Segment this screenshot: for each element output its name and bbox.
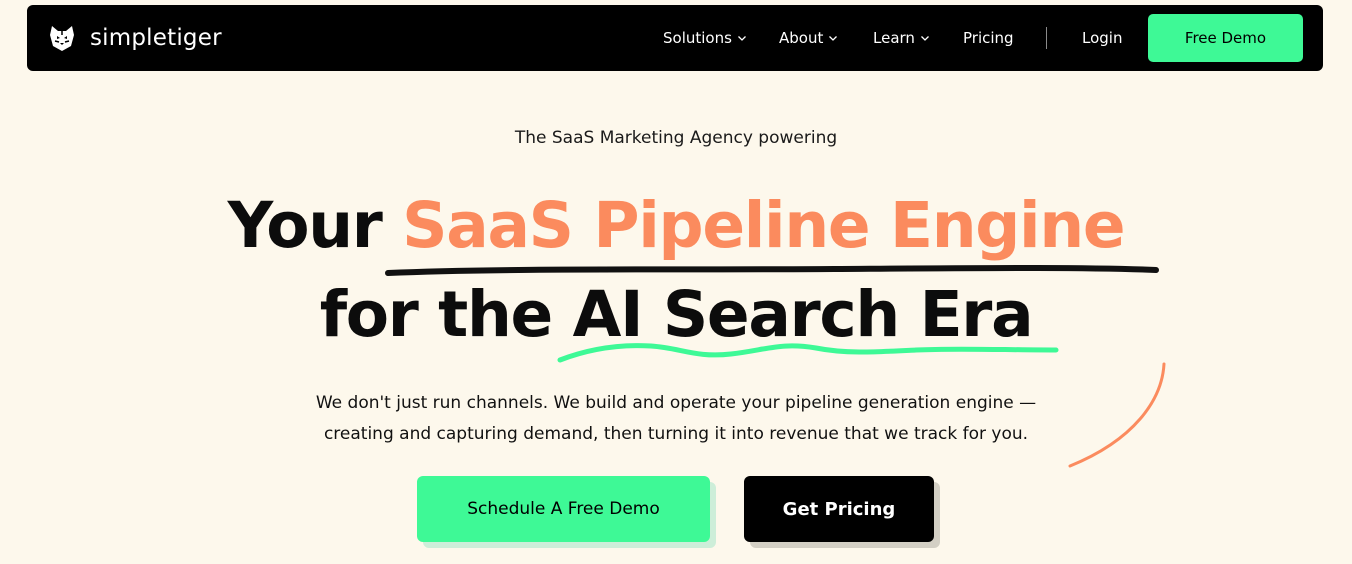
free-demo-button[interactable]: Free Demo bbox=[1148, 14, 1303, 62]
headline-plain: for the bbox=[319, 278, 554, 351]
nav-label: About bbox=[779, 29, 824, 47]
headline-accent: SaaS Pipeline Engine bbox=[402, 189, 1125, 262]
nav-label: Pricing bbox=[963, 29, 1014, 47]
nav-divider bbox=[1046, 27, 1047, 49]
nav-item-learn[interactable]: Learn bbox=[873, 29, 929, 47]
green-squiggle-underline bbox=[557, 343, 1059, 363]
chevron-down-icon bbox=[737, 35, 746, 41]
top-navbar: simpletiger Solutions About Learn Pricin… bbox=[27, 5, 1323, 71]
get-pricing-button[interactable]: Get Pricing bbox=[744, 476, 934, 542]
schedule-demo-button[interactable]: Schedule A Free Demo bbox=[417, 476, 710, 542]
decorative-curve bbox=[1068, 362, 1166, 468]
brand-name: simpletiger bbox=[90, 25, 222, 51]
chevron-down-icon bbox=[829, 35, 838, 41]
nav-label: Learn bbox=[873, 29, 915, 47]
headline-plain: Your bbox=[227, 189, 383, 262]
brand-logo[interactable]: simpletiger bbox=[46, 21, 222, 55]
hero-eyebrow: The SaaS Marketing Agency powering bbox=[514, 128, 838, 148]
chevron-down-icon bbox=[920, 35, 929, 41]
login-label: Login bbox=[1082, 29, 1123, 47]
nav-item-solutions[interactable]: Solutions bbox=[663, 29, 746, 47]
nav-item-pricing[interactable]: Pricing bbox=[963, 29, 1014, 47]
tiger-head-icon bbox=[50, 26, 74, 51]
nav-item-about[interactable]: About bbox=[779, 29, 838, 47]
nav-label: Solutions bbox=[663, 29, 732, 47]
hero-headline-line1: Your SaaS Pipeline Engine bbox=[0, 186, 1352, 266]
login-link[interactable]: Login bbox=[1082, 29, 1122, 47]
